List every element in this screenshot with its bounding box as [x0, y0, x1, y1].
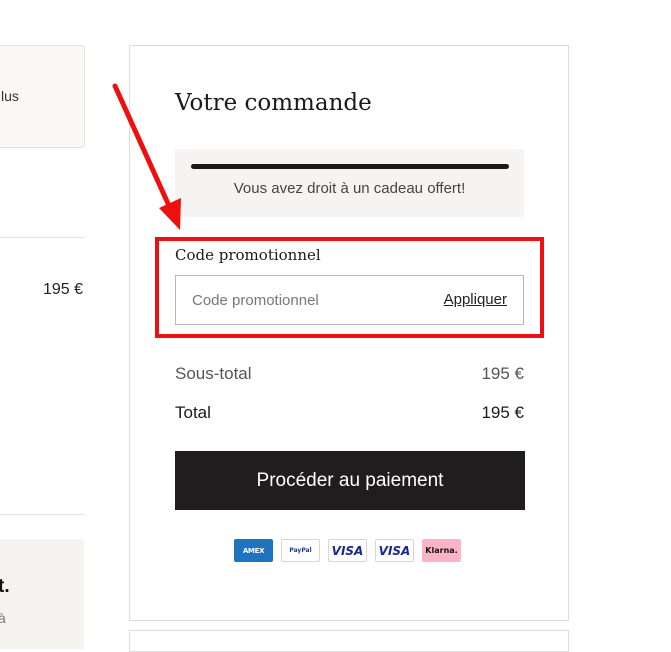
left-info-text: à — [0, 610, 6, 626]
visa-icon: VISA — [328, 539, 367, 562]
gift-message: Vous avez droit à un cadeau offert! — [233, 180, 466, 197]
order-title: Votre commande — [175, 90, 372, 116]
promo-code-label: Code promotionnel — [175, 246, 321, 264]
visa-electron-icon: VISA — [375, 539, 414, 562]
left-summary-card: lus — [0, 45, 85, 148]
subtotal-label: Sous-total — [175, 364, 252, 383]
left-card-text: lus — [1, 88, 19, 104]
left-item-price: 195 € — [42, 281, 83, 298]
apply-promo-button[interactable]: Appliquer — [444, 291, 507, 308]
subtotal-value: 195 € — [481, 364, 524, 383]
payment-methods: AMEX PayPal VISA VISA Klarna. — [234, 539, 461, 562]
promo-code-input[interactable] — [176, 276, 426, 324]
total-label: Total — [175, 403, 211, 422]
left-info-card: t. à — [0, 539, 84, 649]
klarna-icon: Klarna. — [422, 539, 461, 562]
gift-progress-bar — [191, 164, 509, 169]
left-info-title: t. — [0, 576, 10, 597]
amex-icon: AMEX — [234, 539, 273, 562]
left-divider — [0, 237, 84, 238]
total-value: 195 € — [481, 403, 524, 422]
proceed-to-payment-button[interactable]: Procéder au paiement — [175, 451, 525, 510]
paypal-icon: PayPal — [281, 539, 320, 562]
promo-code-field: Appliquer — [175, 275, 524, 325]
left-divider — [0, 514, 84, 515]
next-panel-edge — [129, 630, 569, 652]
gift-progress-box: Vous avez droit à un cadeau offert! — [175, 149, 524, 217]
order-summary-panel: Votre commande Vous avez droit à un cade… — [129, 45, 569, 621]
